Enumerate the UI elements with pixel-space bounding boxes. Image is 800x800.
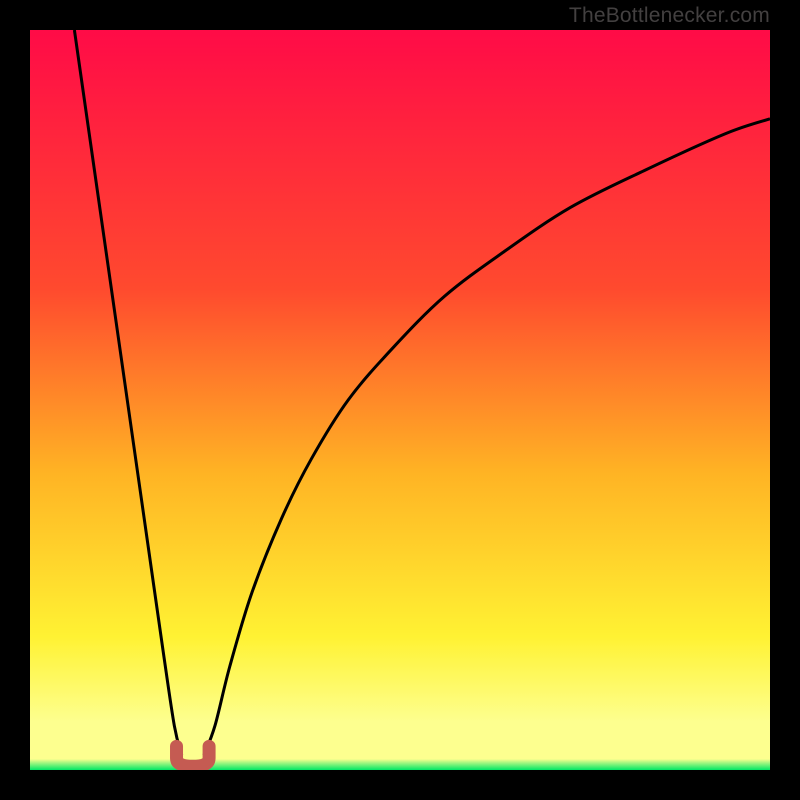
watermark-text: TheBottlenecker.com (569, 4, 770, 28)
chart-frame: TheBottlenecker.com (0, 0, 800, 800)
plot-svg (30, 30, 770, 770)
plot-area (30, 30, 770, 770)
gradient-background (30, 30, 770, 770)
